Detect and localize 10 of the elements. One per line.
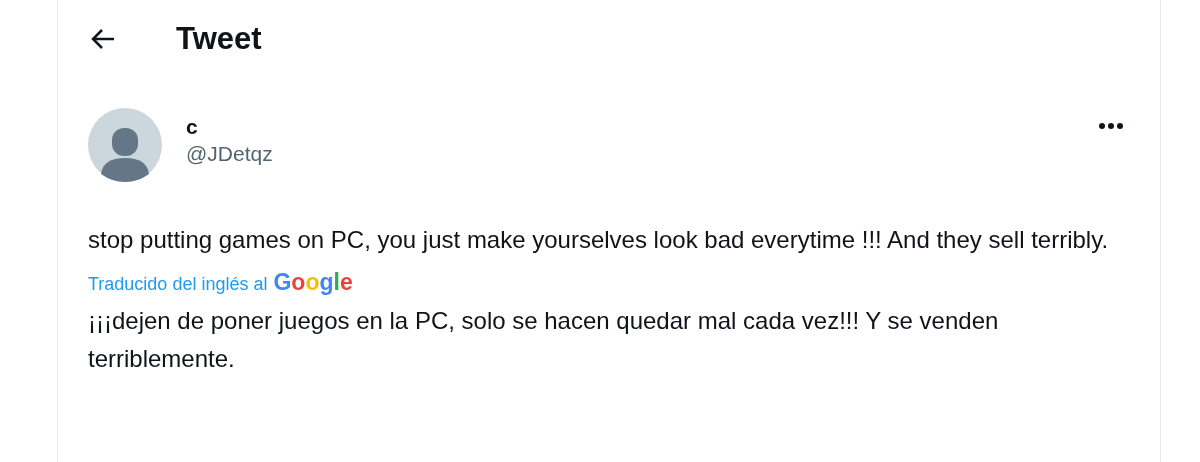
user-handle[interactable]: @JDetqz (186, 140, 273, 168)
google-logo[interactable]: Google (273, 265, 353, 300)
avatar-icon[interactable] (88, 108, 162, 182)
tweet-text: stop putting games on PC, you just make yourselves look bad everytime !!! And they sell terribly. (88, 225, 1110, 255)
more-icon[interactable] (1098, 122, 1124, 130)
back-icon[interactable] (90, 28, 116, 50)
page-title: Tweet (176, 19, 262, 58)
translation-note: Traducido del inglés al (88, 273, 268, 296)
translated-text: ¡¡¡dejen de poner juegos en la PC, solo se hacen quedar mal cada vez!!! Y se venden terriblemente. (88, 305, 1000, 374)
display-name[interactable]: c (186, 114, 273, 140)
